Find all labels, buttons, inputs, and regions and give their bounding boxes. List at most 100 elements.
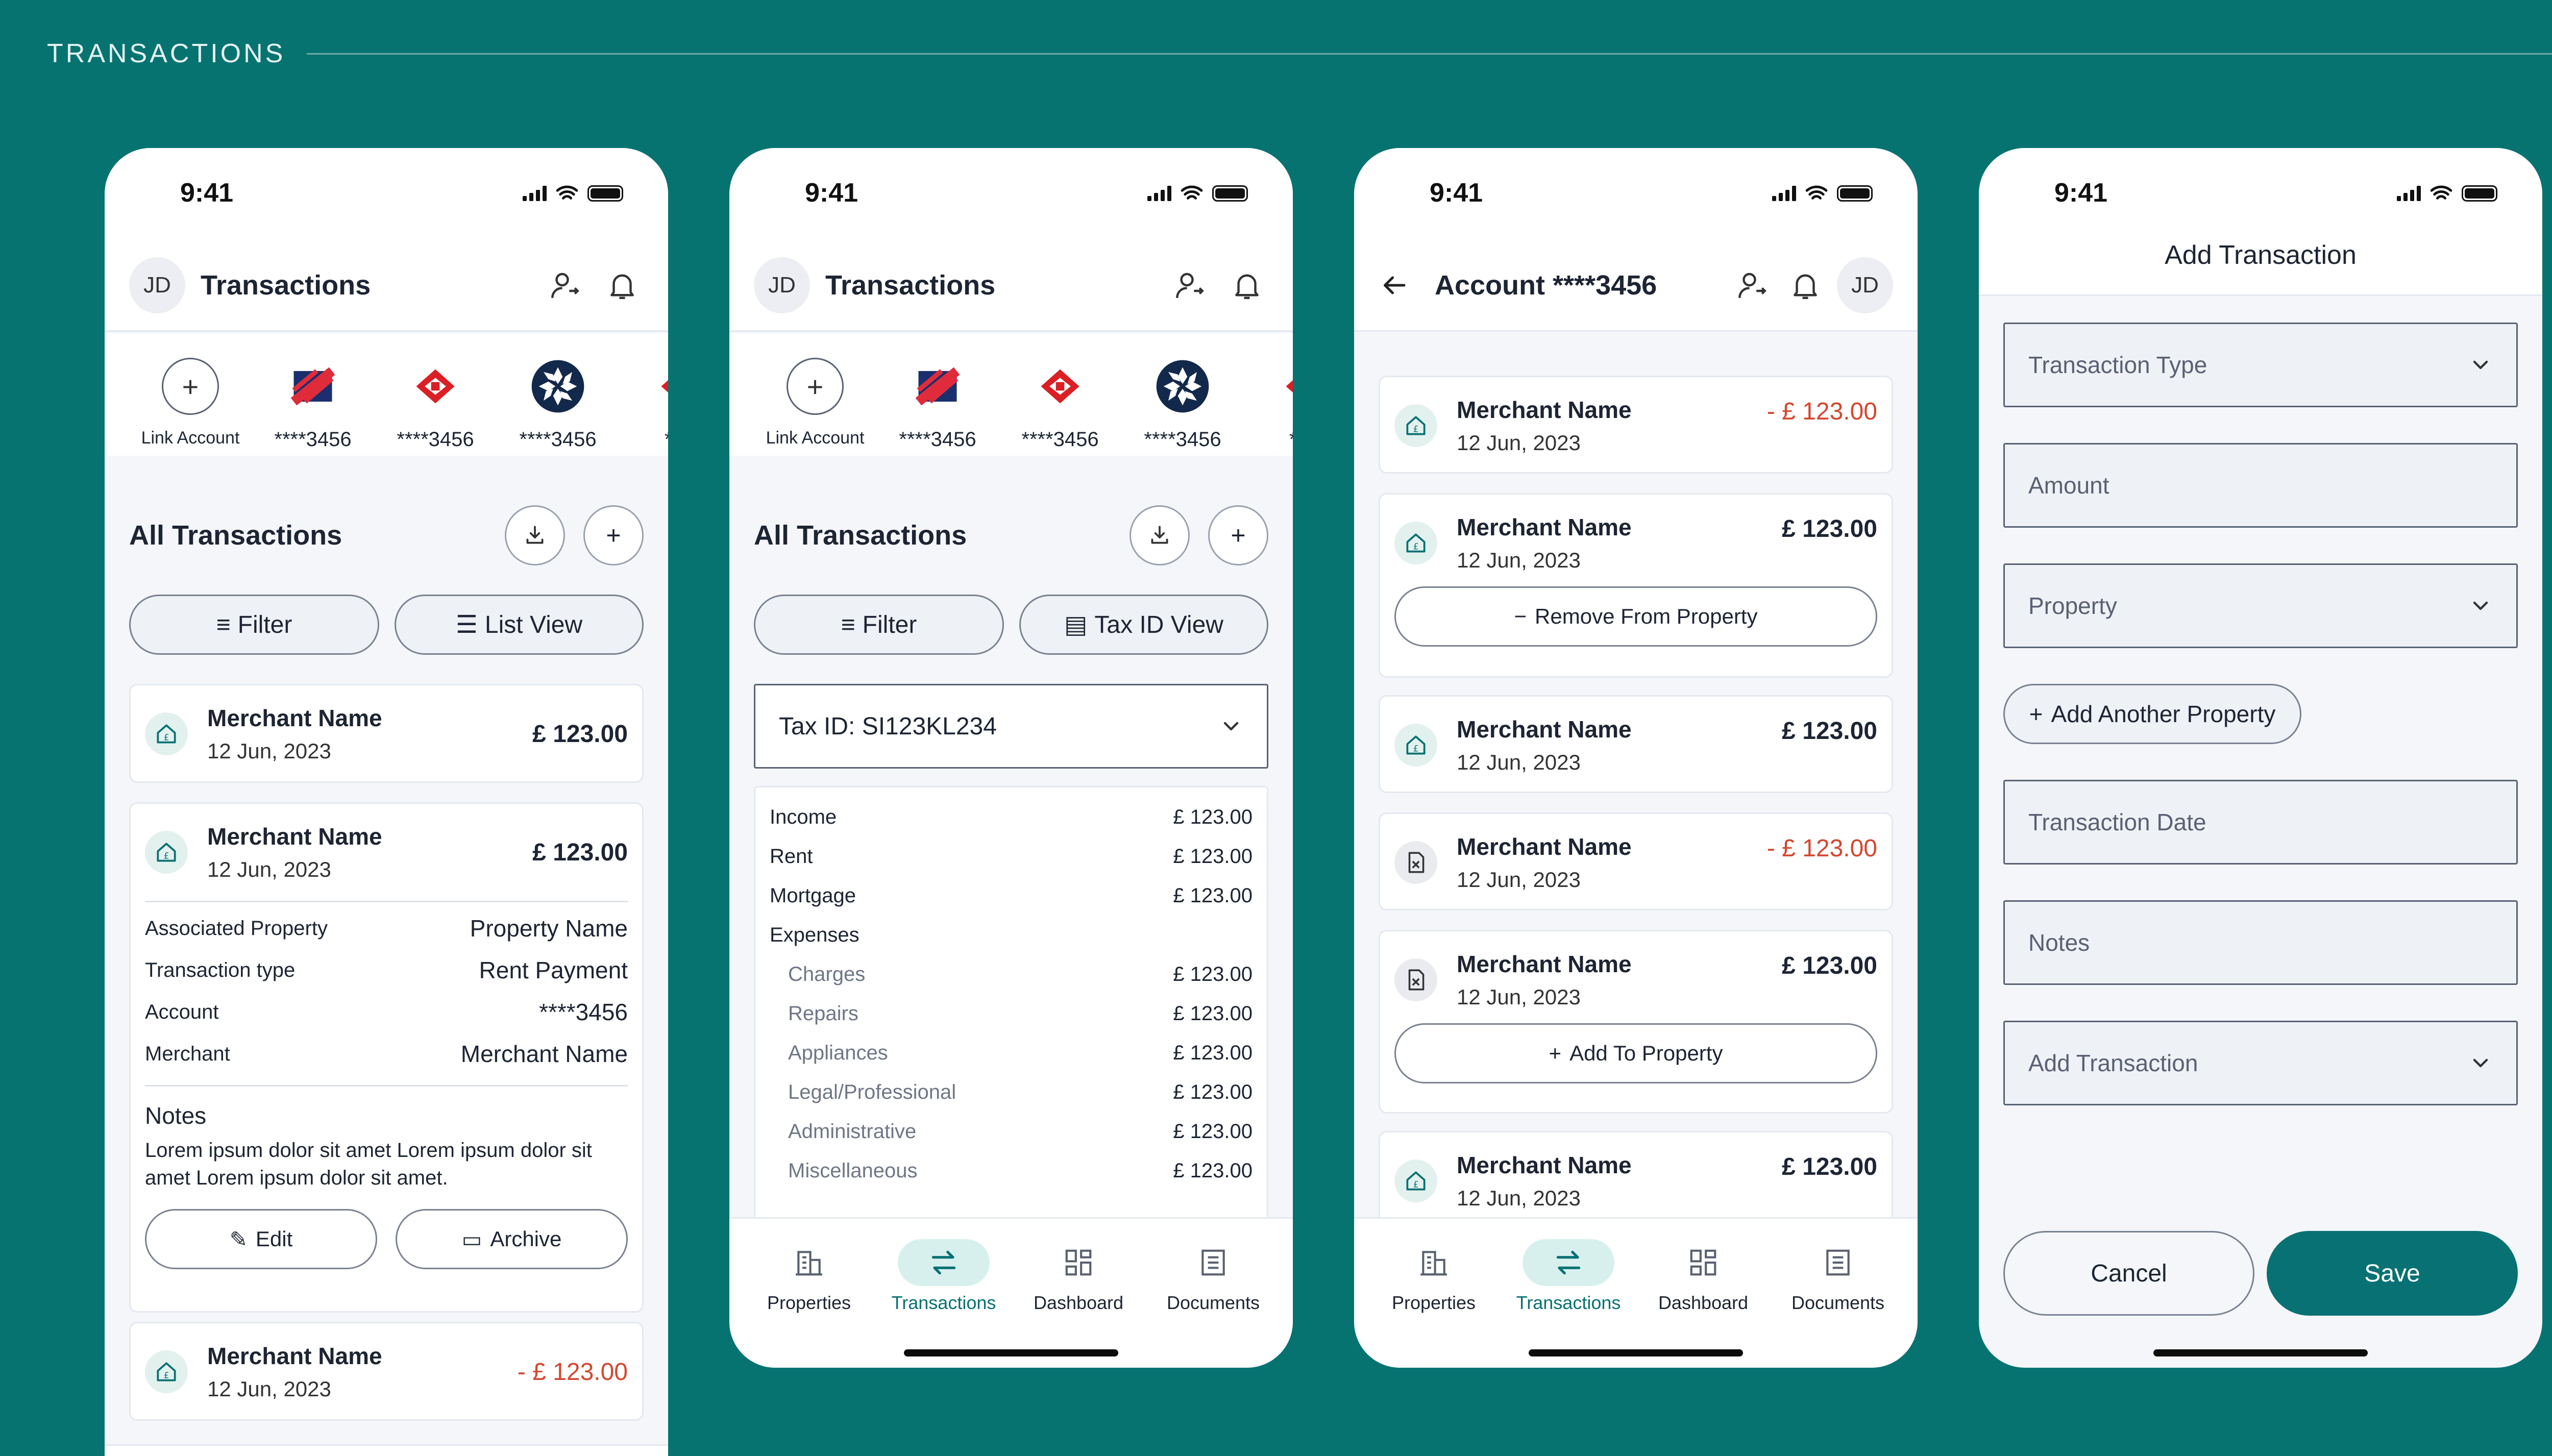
transaction-date-input[interactable]: Transaction Date — [2003, 780, 2518, 865]
transaction-date: 12 Jun, 2023 — [1457, 548, 1581, 572]
add-label: Add To Property — [1569, 1041, 1723, 1065]
back-arrow-icon[interactable] — [1379, 270, 1409, 301]
account-item[interactable]: **** — [619, 333, 668, 456]
add-transaction-button[interactable]: + — [583, 505, 644, 565]
tax-id-view-button[interactable]: ▤ Tax ID View — [1019, 595, 1268, 655]
edit-button[interactable]: ✎ Edit — [145, 1209, 377, 1269]
add-another-property-button[interactable]: + Add Another Property — [2003, 684, 2301, 744]
nav-documents[interactable]: Documents — [1146, 1219, 1281, 1368]
download-button[interactable] — [505, 505, 565, 565]
bank-logo-icon — [1154, 358, 1211, 415]
tax-id-select[interactable]: Tax ID: SI123KL234 — [754, 684, 1268, 769]
minus-icon: − — [1514, 604, 1527, 628]
link-account-button[interactable]: + Link Account — [754, 333, 876, 456]
avatar[interactable]: JD — [129, 257, 185, 313]
table-row: Mortgage £ 123.00 — [770, 876, 1253, 916]
transaction-card[interactable]: Merchant Name 12 Jun, 2023 - £ 123.00 — [129, 1322, 644, 1421]
account-item[interactable]: ****3456 — [876, 333, 999, 456]
remove-from-property-button[interactable]: − Remove From Property — [1394, 586, 1877, 647]
save-label: Save — [2364, 1260, 2420, 1287]
title-bar: Add Transaction — [1979, 240, 2542, 296]
property-select[interactable]: Property — [2003, 563, 2518, 648]
nav-label: Transactions — [1516, 1292, 1621, 1313]
account-item[interactable]: **** — [1244, 333, 1293, 456]
transaction-amount: - £ 123.00 — [1766, 398, 1877, 425]
account-item[interactable]: ****3456 — [374, 333, 497, 456]
account-item[interactable]: ****3456 — [999, 333, 1121, 456]
filter-button[interactable]: ≡ Filter — [129, 595, 379, 655]
nav-dashboard[interactable]: Dashboard — [1011, 1219, 1146, 1368]
add-to-property-button[interactable]: + Add To Property — [1394, 1023, 1877, 1083]
transaction-card[interactable]: Merchant Name 12 Jun, 2023 £ 123.00 — [1379, 1131, 1893, 1229]
signal-icon — [523, 186, 547, 201]
wifi-icon — [1805, 185, 1828, 200]
bank-logo-icon — [909, 358, 966, 415]
transaction-card-expanded[interactable]: Merchant Name 12 Jun, 2023 £ 123.00 + Add T… — [1379, 930, 1893, 1114]
nav-transactions[interactable]: Transactions — [1501, 1219, 1636, 1368]
avatar[interactable]: JD — [754, 257, 810, 313]
nav-label: Properties — [1391, 1292, 1476, 1313]
avatar[interactable]: JD — [1837, 257, 1893, 313]
notes-input[interactable]: Notes — [2003, 900, 2518, 985]
table-row: Income £ 123.00 — [770, 798, 1253, 837]
transaction-card[interactable]: Merchant Name 12 Jun, 2023 £ 123.00 — [1379, 695, 1893, 793]
filter-button[interactable]: ≡ Filter — [754, 595, 1004, 655]
add-transaction-select[interactable]: Add Transaction — [2003, 1021, 2518, 1105]
transaction-date: 12 Jun, 2023 — [1457, 985, 1581, 1009]
account-item[interactable]: ****3456 — [1121, 333, 1244, 456]
amount-input[interactable]: Amount — [2003, 443, 2518, 528]
section-title: TRANSACTIONS — [47, 39, 286, 68]
bell-icon[interactable] — [1225, 264, 1268, 307]
user-switch-icon[interactable] — [1731, 264, 1774, 307]
edit-label: Edit — [255, 1227, 293, 1251]
field-label: Property — [2028, 593, 2117, 619]
transaction-date: 12 Jun, 2023 — [1457, 868, 1581, 892]
user-switch-icon[interactable] — [1168, 264, 1211, 307]
archive-button[interactable]: ▭ Archive — [396, 1209, 628, 1269]
add-transaction-button[interactable]: + — [1208, 505, 1268, 565]
bell-icon[interactable] — [1784, 264, 1827, 307]
transaction-card-expanded[interactable]: Merchant Name 12 Jun, 2023 £ 123.00 − Remov… — [1379, 493, 1893, 678]
transaction-card-expanded[interactable]: Merchant Name 12 Jun, 2023 £ 123.00 Assoc… — [129, 802, 644, 1313]
table-row: Appliances £ 123.00 — [770, 1033, 1253, 1073]
cancel-button[interactable]: Cancel — [2003, 1231, 2254, 1316]
nav-properties[interactable]: Properties — [742, 1219, 876, 1368]
arrows-icon — [1523, 1239, 1614, 1286]
account-label: ****3456 — [519, 428, 597, 451]
detail-value: Merchant Name — [460, 1041, 628, 1067]
detail-value: Rent Payment — [479, 957, 628, 983]
account-item[interactable]: ****3456 — [252, 333, 374, 456]
transaction-date: 12 Jun, 2023 — [207, 1377, 331, 1401]
account-label: **** — [1289, 428, 1293, 451]
battery-icon — [1212, 185, 1248, 202]
document-icon — [1167, 1239, 1259, 1286]
transaction-card[interactable]: Merchant Name 12 Jun, 2023 - £ 123.00 — [1379, 376, 1893, 474]
detail-row: Account ****3456 — [145, 991, 628, 1033]
account-item[interactable]: ****3456 — [497, 333, 619, 456]
property-icon — [1394, 404, 1437, 447]
save-button[interactable]: Save — [2267, 1231, 2518, 1316]
user-switch-icon[interactable] — [544, 264, 586, 307]
download-icon — [1147, 523, 1172, 548]
transaction-amount: £ 123.00 — [1782, 952, 1877, 979]
account-carousel: + Link Account ****3456 ****3456 ****3456… — [105, 333, 668, 456]
row-value: £ 123.00 — [1173, 1042, 1253, 1064]
view-label: List View — [484, 611, 583, 638]
list-view-button[interactable]: ☰ List View — [395, 595, 644, 655]
chevron-down-icon — [2468, 1051, 2493, 1075]
nav-transactions[interactable]: Transactions — [876, 1219, 1011, 1368]
bell-icon[interactable] — [601, 264, 644, 307]
link-account-button[interactable]: + Link Account — [129, 333, 252, 456]
plus-icon: + — [787, 358, 844, 415]
nav-documents[interactable]: Documents — [1771, 1219, 1905, 1368]
transaction-amount: £ 123.00 — [532, 720, 628, 748]
plus-icon: + — [1231, 521, 1246, 550]
section-row: All Transactions + — [754, 505, 1268, 565]
download-button[interactable] — [1130, 505, 1190, 565]
transaction-type-select[interactable]: Transaction Type — [2003, 323, 2518, 407]
nav-properties[interactable]: Properties — [1366, 1219, 1501, 1368]
transaction-card[interactable]: Merchant Name 12 Jun, 2023 - £ 123.00 — [1379, 812, 1893, 910]
transaction-card[interactable]: Merchant Name 12 Jun, 2023 £ 123.00 — [129, 684, 644, 783]
nav-dashboard[interactable]: Dashboard — [1636, 1219, 1771, 1368]
bottom-nav: Properties Transactions Dashboard Docume… — [729, 1217, 1293, 1368]
